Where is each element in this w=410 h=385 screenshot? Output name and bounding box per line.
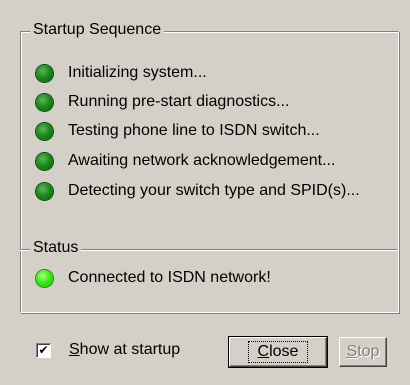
step-complete-led-icon [36, 93, 53, 111]
step-row-switch-type: Detecting your switch type and SPID(s)..… [36, 178, 360, 204]
show-at-startup-checkbox[interactable]: ✔ [36, 342, 51, 358]
step-label: Detecting your switch type and SPID(s)..… [68, 182, 360, 199]
step-label: Running pre-start diagnostics... [68, 93, 290, 110]
startup-sequence-title: Startup Sequence [30, 21, 165, 39]
step-label: Initializing system... [68, 64, 207, 81]
step-row-network-ack: Awaiting network acknowledgement... [36, 148, 335, 174]
status-row: Connected to ISDN network! [36, 265, 271, 291]
step-complete-led-icon [36, 152, 53, 170]
isdn-startup-dialog: Startup Sequence Initializing system... … [0, 0, 410, 385]
step-complete-led-icon [36, 64, 53, 82]
step-complete-led-icon [36, 122, 53, 140]
step-complete-led-icon [36, 182, 53, 200]
step-row-phone-line: Testing phone line to ISDN switch... [36, 118, 320, 144]
close-button[interactable]: Close [228, 336, 328, 368]
step-label: Awaiting network acknowledgement... [68, 152, 336, 169]
stop-button-label: Stop [346, 343, 380, 360]
status-connected-led-icon [36, 269, 53, 287]
step-label: Testing phone line to ISDN switch... [68, 122, 320, 139]
step-row-initializing: Initializing system... [36, 60, 207, 86]
status-title: Status [30, 239, 82, 257]
close-button-label: Close [247, 341, 309, 363]
stop-button[interactable]: Stop [339, 337, 387, 367]
show-at-startup-label: Show at startup [69, 341, 181, 358]
show-at-startup-toggle[interactable]: ✔ Show at startup [36, 341, 180, 359]
status-text: Connected to ISDN network! [68, 269, 271, 286]
checkmark-icon: ✔ [38, 343, 49, 357]
step-row-diagnostics: Running pre-start diagnostics... [36, 89, 289, 115]
